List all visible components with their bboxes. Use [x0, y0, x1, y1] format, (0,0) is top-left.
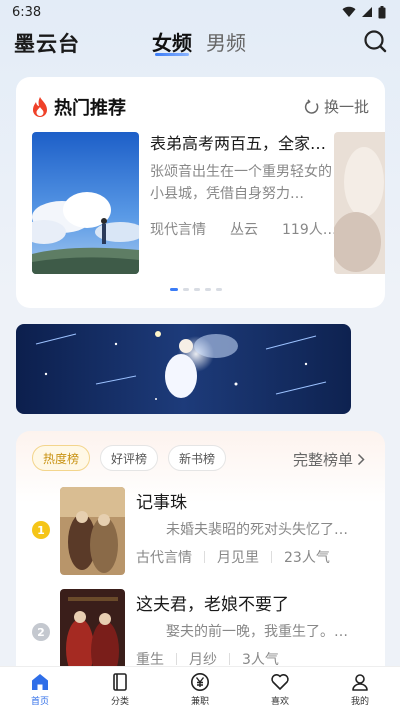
book-genre: 古代言情	[136, 550, 192, 566]
battery-icon	[378, 5, 386, 18]
ranking-item[interactable]: 2 这夫君，老娘不要了 娶夫的前一晚，我重生了。… 重生 月纱 3人气	[16, 589, 385, 671]
heart-icon	[271, 674, 289, 690]
tab-female[interactable]: 女频	[152, 27, 192, 56]
status-icons	[342, 5, 386, 19]
ranking-tabs: 热度榜 好评榜 新书榜	[32, 445, 227, 471]
refresh-icon	[304, 98, 319, 114]
book-description: 张颂音出生在一个重男轻女的小县城，凭借自身努力…	[150, 164, 332, 202]
nav-item-home[interactable]: 首页	[0, 667, 80, 712]
ranking-book-title: 记事珠	[136, 493, 187, 513]
nav-item-profile[interactable]: 我的	[320, 667, 400, 712]
ranking-tab-new[interactable]: 新书榜	[168, 445, 227, 471]
signal-icon	[362, 7, 372, 17]
rank-number-badge: 1	[32, 521, 50, 539]
nav-item-category[interactable]: 分类	[80, 667, 160, 712]
carousel-dot	[205, 288, 211, 291]
carousel-dot	[194, 288, 200, 291]
ranking-book-meta: 古代言情 月见里 23人气	[136, 547, 330, 567]
meta-divider	[271, 551, 272, 563]
search-icon	[364, 30, 387, 53]
nav-item-parttime[interactable]: 兼职	[160, 667, 240, 712]
book-cover[interactable]	[32, 132, 139, 274]
app-logo: 墨云台	[14, 31, 80, 56]
book-popularity: 119人…	[282, 222, 337, 238]
ranking-book-cover	[60, 487, 125, 575]
book-genre: 现代言情	[150, 222, 206, 238]
ranking-book-desc: 未婚夫裴昭的死对头失忆了…	[166, 522, 348, 538]
carousel-indicator	[170, 288, 222, 291]
nav-label: 我的	[350, 697, 369, 707]
ranking-item[interactable]: 1 记事珠 未婚夫裴昭的死对头失忆了… 古代言情 月见里 23人气	[16, 487, 385, 577]
meta-divider	[229, 653, 230, 665]
meta-divider	[176, 653, 177, 665]
nav-label: 喜欢	[270, 697, 289, 707]
search-button[interactable]	[362, 28, 388, 54]
ranking-card: 热度榜 好评榜 新书榜 完整榜单 1 记事珠 未婚夫裴昭的死对头失忆了… 古代言…	[16, 431, 385, 671]
refresh-label: 换一批	[323, 98, 369, 116]
nav-label: 兼职	[190, 697, 209, 707]
bottom-nav: 首页 分类 兼职 喜欢 我的	[0, 666, 400, 712]
status-time: 6:38	[12, 4, 42, 20]
next-book-cover[interactable]	[334, 132, 385, 274]
rank-number-badge: 2	[32, 623, 50, 641]
ranking-book-title: 这夫君，老娘不要了	[136, 595, 289, 615]
carousel-dot	[170, 288, 178, 291]
fire-icon	[33, 97, 47, 117]
nav-item-favorites[interactable]: 喜欢	[240, 667, 320, 712]
user-icon	[352, 674, 368, 691]
tab-active-indicator	[155, 53, 189, 56]
ranking-tab-hot[interactable]: 热度榜	[32, 445, 91, 471]
yen-icon	[191, 673, 209, 691]
ranking-tab-rating[interactable]: 好评榜	[100, 445, 159, 471]
ranking-book-desc: 娶夫的前一晚，我重生了。…	[166, 624, 348, 640]
home-icon	[32, 674, 48, 690]
full-ranking-link[interactable]: 完整榜单	[293, 449, 365, 470]
book-popularity: 23人气	[284, 550, 330, 566]
book-meta: 现代言情 丛云 119人…	[150, 219, 337, 239]
wifi-icon	[342, 6, 356, 18]
book-title: 表弟高考两百五，全家…	[150, 134, 327, 153]
promo-banner[interactable]	[16, 324, 351, 414]
carousel-dot	[183, 288, 189, 291]
carousel-dot	[216, 288, 222, 291]
nav-label: 分类	[110, 697, 129, 707]
chevron-right-icon	[357, 453, 365, 466]
tab-male[interactable]: 男频	[206, 27, 246, 56]
status-bar: 6:38	[0, 0, 400, 24]
refresh-button[interactable]: 换一批	[304, 96, 369, 117]
nav-label: 首页	[30, 697, 49, 707]
meta-divider	[204, 551, 205, 563]
full-ranking-label: 完整榜单	[292, 451, 353, 469]
book-author: 丛云	[230, 222, 258, 238]
category-icon	[113, 673, 127, 691]
app-header: 墨云台 女频 男频	[0, 26, 400, 58]
book-author: 月见里	[217, 550, 259, 566]
hot-recommend-card: 热门推荐 换一批 表弟高考两百五，全家… 张颂音出生在一个重男轻女的小县城，凭借…	[16, 77, 385, 308]
hot-recommend-title: 热门推荐	[30, 94, 126, 120]
hot-recommend-label: 热门推荐	[54, 98, 126, 119]
book-info[interactable]: 表弟高考两百五，全家… 张颂音出生在一个重男轻女的小县城，凭借自身努力… 现代言…	[150, 132, 337, 239]
ranking-book-cover	[60, 589, 125, 671]
